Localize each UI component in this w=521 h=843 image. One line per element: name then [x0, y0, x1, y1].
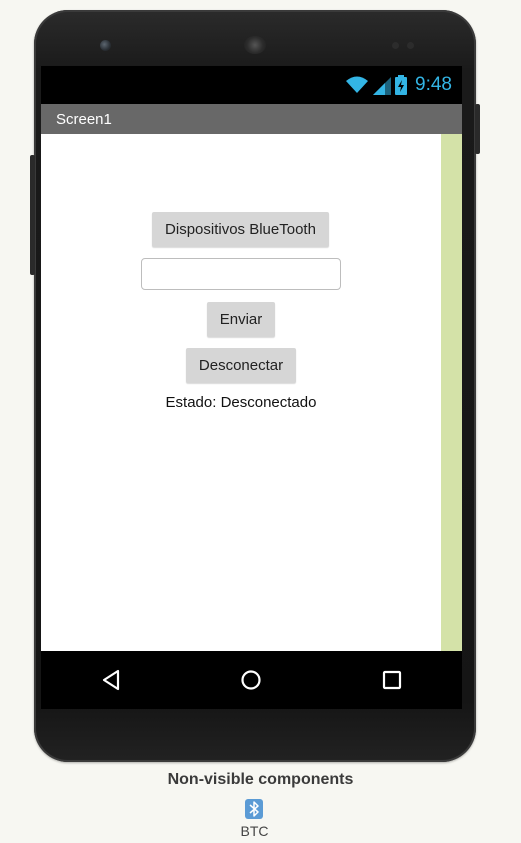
- light-sensor: [407, 42, 414, 49]
- bluetooth-icon[interactable]: [245, 799, 263, 819]
- home-icon[interactable]: [238, 667, 264, 693]
- proximity-sensor: [392, 42, 399, 49]
- status-label: Estado: Desconectado: [165, 394, 317, 411]
- screen-content: Dispositivos BlueTooth Enviar Desconecta…: [41, 134, 441, 651]
- disconnect-button[interactable]: Desconectar: [186, 348, 296, 383]
- power-button: [475, 104, 480, 154]
- recent-apps-icon[interactable]: [379, 667, 405, 693]
- status-icons: 9:48: [345, 74, 452, 96]
- title-bar: Screen1: [41, 104, 462, 134]
- volume-button: [30, 155, 35, 275]
- screen-title: Screen1: [56, 111, 112, 128]
- signal-icon: [373, 77, 392, 95]
- navigation-bar: [41, 651, 462, 709]
- device-screen: 9:48 Screen1 Dispositivos BlueTooth Envi…: [41, 66, 462, 709]
- nonvisible-components-heading: Non-visible components: [167, 771, 354, 788]
- status-bar: 9:48: [41, 66, 462, 104]
- nonvisible-component-label[interactable]: BTC: [0, 823, 509, 839]
- bluetooth-devices-button[interactable]: Dispositivos BlueTooth: [152, 212, 329, 247]
- earpiece-speaker: [244, 36, 266, 54]
- front-camera: [100, 40, 111, 51]
- battery-icon: [395, 75, 408, 95]
- message-textbox[interactable]: [141, 258, 341, 290]
- scrollbar-track[interactable]: [441, 134, 462, 651]
- back-icon[interactable]: [98, 667, 124, 693]
- wifi-icon: [346, 76, 369, 93]
- send-button[interactable]: Enviar: [207, 302, 275, 337]
- status-time: 9:48: [415, 74, 452, 95]
